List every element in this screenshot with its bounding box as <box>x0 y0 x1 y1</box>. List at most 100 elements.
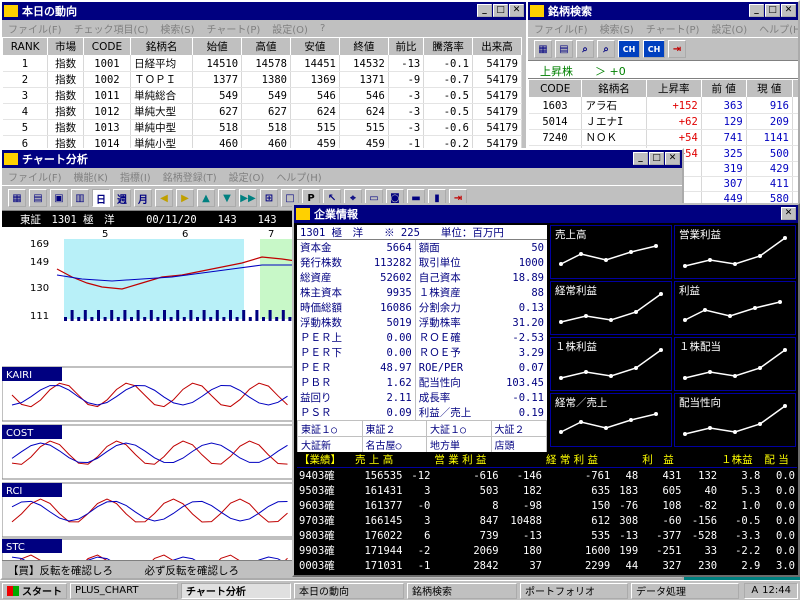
chart-button-2[interactable]: CH <box>643 40 665 58</box>
table-row[interactable]: 9503確 161431 3 503 182 635 183 605 40 5.3 0.0 <box>297 483 797 498</box>
arrow-right-icon[interactable]: ▶ <box>176 189 194 207</box>
task-search[interactable]: 銘柄検索 <box>407 582 517 599</box>
menu-help[interactable]: ? <box>320 23 325 34</box>
document-icon[interactable]: ▤ <box>29 189 47 207</box>
table-row[interactable]: 0003確 171031 -1 2842 37 2299 44 327 230 2.9 3.0 <box>297 558 797 573</box>
column-header[interactable]: 終値 <box>338 37 389 56</box>
column-header[interactable]: 差 <box>791 79 798 98</box>
menu-file[interactable]: ファイル(F) <box>8 21 62 36</box>
exit-icon[interactable]: ⇥ <box>668 40 686 58</box>
close-button[interactable]: ✕ <box>781 4 796 17</box>
table-row[interactable]: 2 指数 1002 ＴＯＰＩ 1377 1380 1369 1371 -9 -0.7 54179 <box>2 71 522 88</box>
chart-title-bar[interactable]: チャート分析 _ □ ✕ <box>2 150 682 168</box>
column-header[interactable]: 安値 <box>289 37 340 56</box>
image-icon[interactable]: ▣ <box>50 189 68 207</box>
grid-icon[interactable]: ⊞ <box>260 189 278 207</box>
calendar-icon[interactable]: ▦ <box>534 40 552 58</box>
table-row[interactable]: 9703確 166145 3 847 10488 612 308 -60 -156 -0.5 0.0 <box>297 513 797 528</box>
menu-chart[interactable]: チャート(P) <box>646 21 700 36</box>
column-header[interactable]: 上昇率 <box>645 79 702 98</box>
search-alt-icon[interactable]: ⌕ <box>597 40 615 58</box>
table-row[interactable]: 9403確 156535 -12 -616 -146 -761 48 431 132 3.8 0.0 <box>297 468 797 484</box>
table-row[interactable]: 1603 アラ石 +152 363 916 <box>528 97 798 114</box>
menu-file[interactable]: ファイル(F) <box>534 21 588 36</box>
maximize-button[interactable]: □ <box>493 4 508 17</box>
column-header[interactable]: 高値 <box>241 37 291 56</box>
document-icon[interactable]: ▤ <box>555 40 573 58</box>
arrow-left-icon[interactable]: ◀ <box>155 189 173 207</box>
fast-forward-icon[interactable]: ▶▶ <box>239 189 257 207</box>
menu-chart[interactable]: チャート(P) <box>207 21 261 36</box>
task-plus-chart[interactable]: PLUS_CHART <box>70 582 178 599</box>
minimize-button[interactable]: _ <box>477 4 492 17</box>
task-market[interactable]: 本日の動向 <box>294 582 404 599</box>
menu-search[interactable]: 検索(S) <box>160 21 194 36</box>
layout-icon[interactable]: ▥ <box>71 189 89 207</box>
maximize-button[interactable]: □ <box>649 152 664 165</box>
menu-help[interactable]: ヘルプ(H) <box>276 169 321 184</box>
column-header[interactable]: 銘柄名 <box>130 37 194 56</box>
menu-search[interactable]: 検索(S) <box>600 21 634 36</box>
mini-chart[interactable]: 営業利益 <box>674 225 796 279</box>
company-window[interactable]: 企業情報 ✕ 1301 極 洋 ※ 225 単位：百万円 資本金 5664 額面 50… <box>292 203 800 577</box>
company-title-bar[interactable]: 企業情報 ✕ <box>294 205 798 223</box>
column-header[interactable]: 始値 <box>192 37 243 56</box>
table-row[interactable]: 5 指数 1013 単純中型 518 518 515 515 -3 -0.6 54179 <box>2 119 522 136</box>
period-weekly-button[interactable]: 週 <box>113 189 131 207</box>
column-header[interactable]: 騰落率 <box>423 37 474 56</box>
arrow-up-icon[interactable]: ▲ <box>197 189 215 207</box>
minimize-button[interactable]: _ <box>749 4 764 17</box>
menu-settings[interactable]: 設定(O) <box>272 21 308 36</box>
mini-chart[interactable]: 売上高 <box>550 225 672 279</box>
close-button[interactable]: ✕ <box>781 207 796 220</box>
period-monthly-button[interactable]: 月 <box>134 189 152 207</box>
column-header[interactable]: CODE <box>528 79 583 98</box>
chart-button[interactable]: CH <box>618 40 640 58</box>
period-daily-button[interactable]: 日 <box>92 189 110 207</box>
column-header[interactable]: 前 値 <box>700 79 747 98</box>
mini-chart[interactable]: 利益 <box>674 281 796 335</box>
table-row[interactable]: 5014 ＪエナΙ +62 129 209 <box>528 113 798 130</box>
mini-chart[interactable]: 経常利益 <box>550 281 672 335</box>
maximize-button[interactable]: □ <box>765 4 780 17</box>
column-header[interactable]: 現 値 <box>745 79 793 98</box>
mini-chart[interactable]: 配当性向 <box>674 393 796 447</box>
search-title-bar[interactable]: 銘柄検索 _ □ ✕ <box>528 2 798 20</box>
menu-settings[interactable]: 設定(O) <box>711 21 747 36</box>
stock-chart[interactable]: 169149130111567KAIRICOSTRCISTCN-サイコロ <box>2 227 296 573</box>
start-button[interactable]: スタート <box>2 582 67 599</box>
ime-indicator[interactable]: A <box>751 585 758 596</box>
table-row[interactable]: 9903確 171944 -2 2069 180 1600 199 -251 33 -2.2 0.0 <box>297 543 797 558</box>
table-row[interactable]: 1 指数 1001 日経平均 14510 14578 14451 14532 -13 -0.1 54… <box>2 55 522 72</box>
close-button[interactable]: ✕ <box>509 4 524 17</box>
table-row[interactable]: 4 指数 1012 単純大型 627 627 624 624 -3 -0.5 54179 <box>2 103 522 120</box>
table-row[interactable]: 9603確 161377 -0 8 -98 150 -76 108 -82 1.0 0.0 <box>297 498 797 513</box>
mini-chart[interactable]: 経常／売上 <box>550 393 672 447</box>
menu-indicator[interactable]: 指標(I) <box>120 169 151 184</box>
menu-function[interactable]: 機能(K) <box>74 169 108 184</box>
table-row[interactable]: 9803確 176022 6 739 -13 535 -13 -377 -528 -3.3 0.0 <box>297 528 797 543</box>
column-header[interactable]: 市場 <box>47 37 84 56</box>
market-window[interactable]: 本日の動向 _ □ ✕ ファイル(F) チェック項目(C) 検索(S) チャート(P… <box>0 0 528 150</box>
menu-help[interactable]: ヘルプ(H) <box>759 21 798 36</box>
column-header[interactable]: CODE <box>82 37 132 56</box>
mini-chart[interactable]: １株配当 <box>674 337 796 391</box>
column-header[interactable]: 前比 <box>387 37 425 56</box>
menu-register[interactable]: 銘柄登録(T) <box>163 169 217 184</box>
menu-settings[interactable]: 設定(O) <box>229 169 265 184</box>
task-data[interactable]: データ処理 <box>631 582 739 599</box>
table-row[interactable]: 7240 ＮＯＫ +54 741 1141 <box>528 129 798 146</box>
column-header[interactable]: RANK <box>2 37 49 56</box>
minimize-button[interactable]: _ <box>633 152 648 165</box>
close-button[interactable]: ✕ <box>665 152 680 165</box>
menu-file[interactable]: ファイル(F) <box>8 169 62 184</box>
calendar-icon[interactable]: ▦ <box>8 189 26 207</box>
mini-chart[interactable]: １株利益 <box>550 337 672 391</box>
table-row[interactable]: 3 指数 1011 単純総合 549 549 546 546 -3 -0.5 54179 <box>2 87 522 104</box>
menu-check[interactable]: チェック項目(C) <box>74 21 149 36</box>
column-header[interactable]: 銘柄名 <box>581 79 647 98</box>
task-chart-analysis[interactable]: チャート分析 <box>181 582 291 599</box>
search-icon[interactable]: ⌕ <box>576 40 594 58</box>
arrow-down-icon[interactable]: ▼ <box>218 189 236 207</box>
task-portfolio[interactable]: ポートフォリオ <box>520 582 628 599</box>
